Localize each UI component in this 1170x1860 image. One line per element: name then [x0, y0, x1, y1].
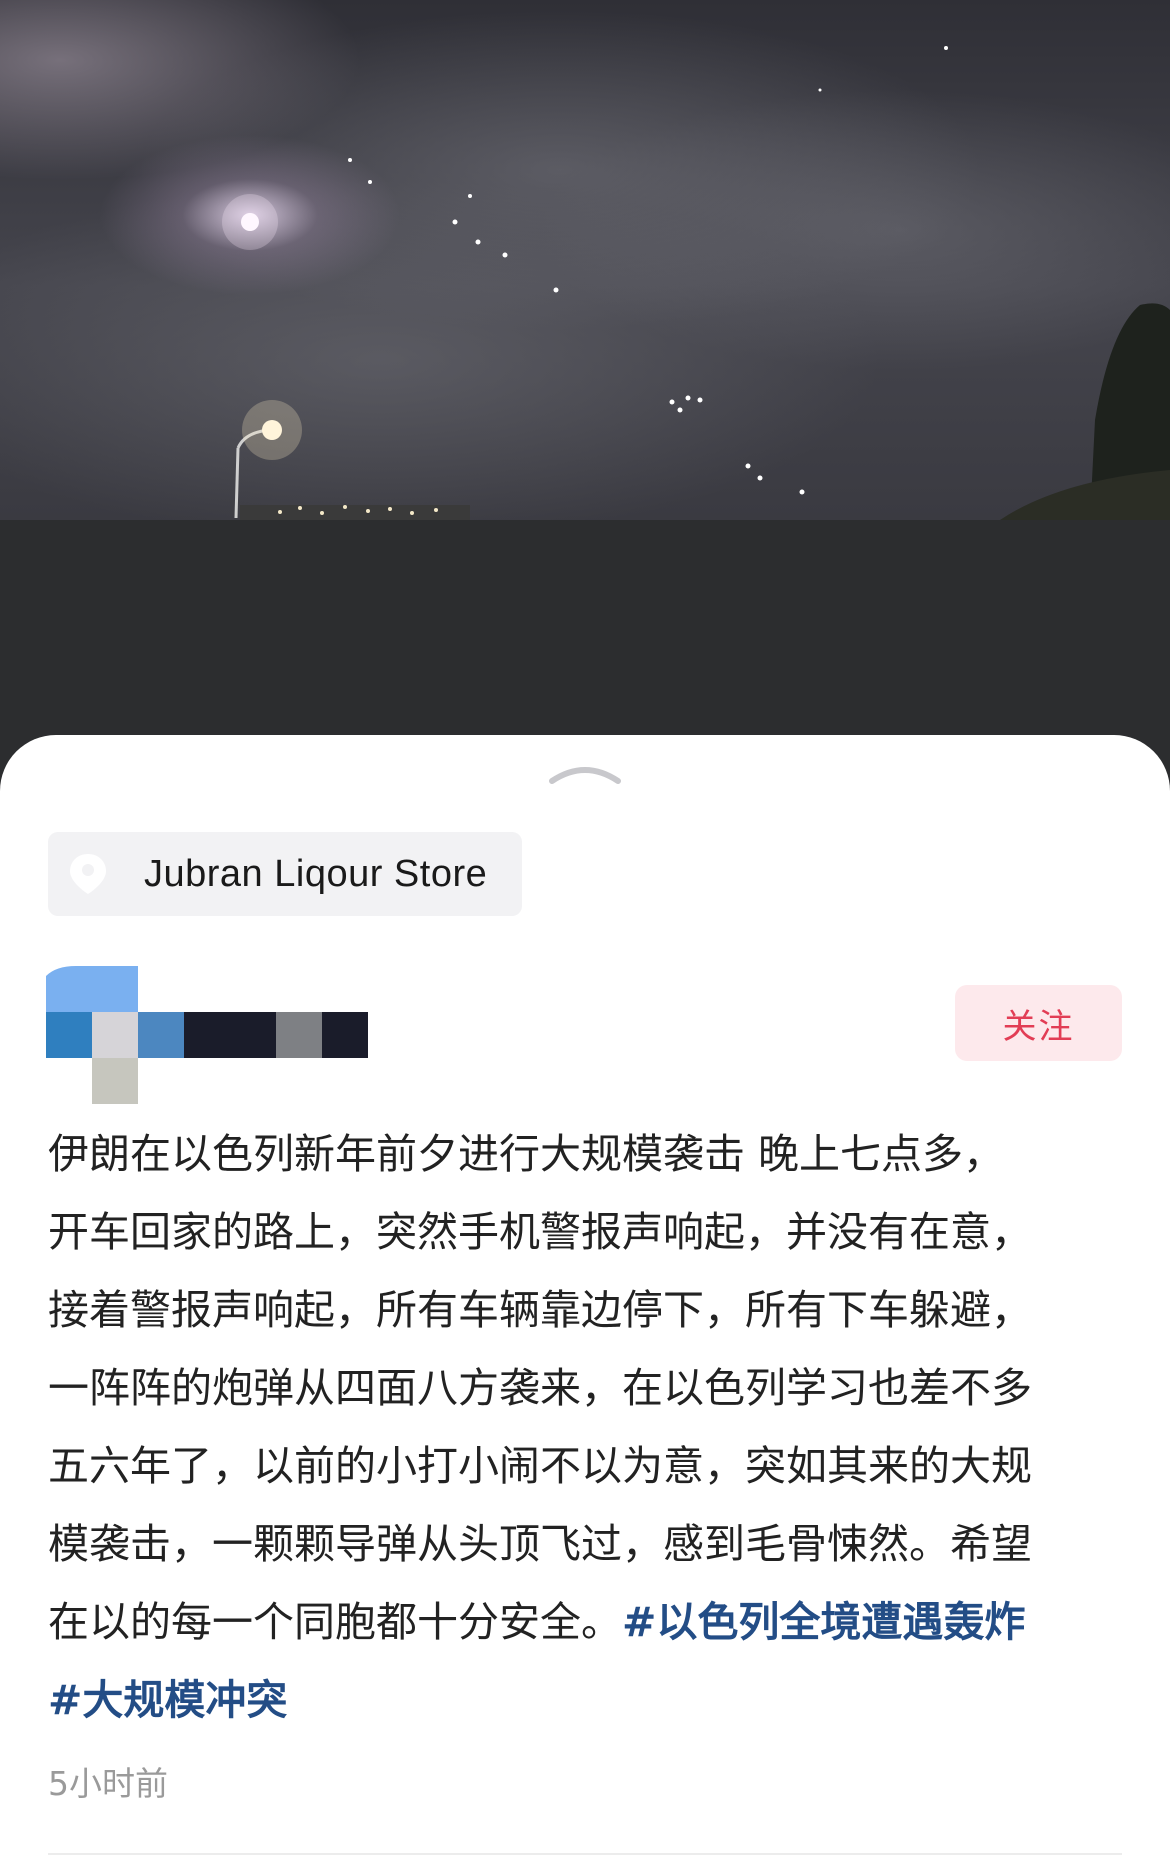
- post-line-last: 在以的每一个同胞都十分安全。#以色列全境遭遇轰炸: [48, 1583, 1128, 1661]
- location-name: Jubran Liqour Store: [144, 852, 488, 895]
- post-line: 五六年了，以前的小打小闹不以为意，突如其来的大规: [48, 1442, 1032, 1490]
- follow-button[interactable]: 关注: [955, 985, 1122, 1061]
- post-timestamp: 5小时前: [48, 1764, 168, 1803]
- hashtag-link[interactable]: #以色列全境遭遇轰炸: [622, 1598, 1025, 1646]
- post-line: 开车回家的路上，突然手机警报声响起，并没有在意，: [48, 1208, 1032, 1256]
- location-tag[interactable]: Jubran Liqour Store: [48, 832, 522, 916]
- post-line: 接着警报声响起，所有车辆靠边停下，所有下车躲避，: [48, 1286, 1032, 1334]
- location-pin-icon: [70, 854, 106, 894]
- hashtag-link[interactable]: #大规模冲突: [48, 1676, 287, 1724]
- chevron-up-icon[interactable]: [548, 763, 622, 785]
- divider: [48, 1853, 1122, 1855]
- post-line: 模袭击，一颗颗导弹从头顶飞过，感到毛骨悚然。希望: [48, 1520, 1032, 1568]
- post-line-text: 在以的每一个同胞都十分安全。: [48, 1598, 622, 1646]
- photo-backdrop: [0, 520, 1170, 750]
- post-photo[interactable]: [0, 0, 1170, 520]
- post-detail-sheet: Jubran Liqour Store 关注 伊朗在以色列新年前夕进行大规模袭击…: [0, 735, 1170, 1860]
- hashtag-line: #大规模冲突: [48, 1661, 1128, 1739]
- pixelated-avatar[interactable]: [46, 966, 378, 1104]
- night-sky-photo: [222, 46, 1170, 520]
- post-line: 伊朗在以色列新年前夕进行大规模袭击 晚上七点多，: [48, 1130, 1005, 1178]
- post-text: 伊朗在以色列新年前夕进行大规模袭击 晚上七点多， 开车回家的路上，突然手机警报声…: [48, 1115, 1128, 1739]
- post-line: 一阵阵的炮弹从四面八方袭来，在以色列学习也差不多: [48, 1364, 1032, 1412]
